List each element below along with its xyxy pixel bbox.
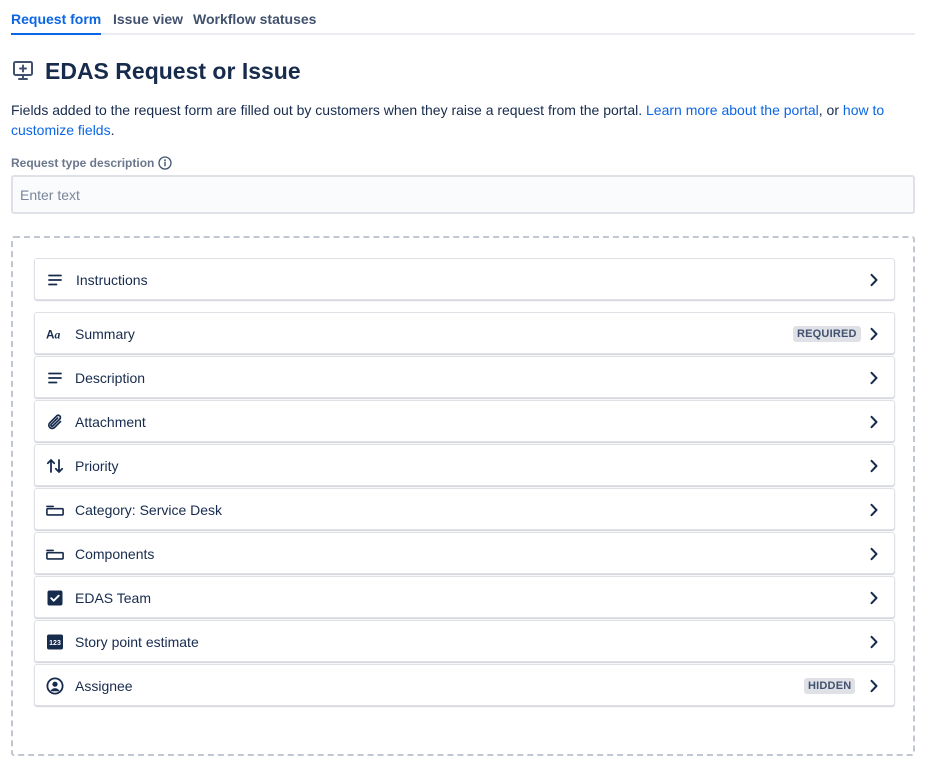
- field-row-components[interactable]: Components: [34, 532, 895, 574]
- chevron-right-icon: [866, 589, 882, 607]
- chevron-right-icon: [866, 457, 882, 475]
- priority-arrows-icon: [46, 457, 64, 475]
- field-row-label: Category: Service Desk: [75, 502, 223, 518]
- field-row-label: Attachment: [75, 414, 146, 430]
- intro-text-after: .: [110, 122, 115, 138]
- field-row-priority[interactable]: Priority: [34, 444, 895, 486]
- chevron-right-icon: [866, 677, 882, 695]
- field-row-description[interactable]: Description: [34, 356, 895, 398]
- monitor-plus-icon: [12, 60, 34, 82]
- hidden-badge: HIDDEN: [804, 678, 856, 694]
- svg-text:a: a: [55, 329, 61, 342]
- chevron-right-icon: [866, 413, 882, 431]
- field-row-summary[interactable]: Aa Summary REQUIRED: [34, 312, 895, 354]
- field-row-label: Assignee: [75, 678, 133, 694]
- chevron-right-icon: [866, 545, 882, 563]
- intro-text-before: Fields added to the request form are fil…: [11, 102, 646, 118]
- select-box-icon: [46, 545, 64, 563]
- field-row-instructions[interactable]: Instructions: [34, 258, 895, 300]
- text-field-icon: Aa: [46, 325, 64, 343]
- field-row-story-point-estimate[interactable]: 123 Story point estimate: [34, 620, 895, 662]
- field-row-attachment[interactable]: Attachment: [34, 400, 895, 442]
- tab-issue-view[interactable]: Issue view: [113, 11, 183, 27]
- checkbox-icon: [46, 589, 64, 607]
- field-row-label: Components: [75, 546, 155, 562]
- description-label-text: Request type description: [11, 156, 155, 170]
- page-title: EDAS Request or Issue: [45, 57, 301, 84]
- form-fields-dropzone: Instructions Aa Summary REQUIRED Descrip…: [11, 236, 915, 756]
- chevron-right-icon: [866, 501, 882, 519]
- intro-text-middle: , or: [818, 102, 843, 118]
- field-row-category[interactable]: Category: Service Desk: [34, 488, 895, 530]
- number-icon: 123: [46, 633, 64, 651]
- learn-more-portal-link[interactable]: Learn more about the portal: [646, 102, 819, 118]
- field-row-label: Story point estimate: [75, 634, 199, 650]
- svg-text:A: A: [46, 329, 55, 342]
- intro-text: Fields added to the request form are fil…: [11, 100, 911, 140]
- field-row-edas-team[interactable]: EDAS Team: [34, 576, 895, 618]
- description-field-label: Request type description: [11, 155, 173, 171]
- chevron-right-icon: [866, 369, 882, 387]
- chevron-right-icon: [866, 325, 882, 343]
- tab-bar: Request form Issue view Workflow statuse…: [11, 0, 915, 35]
- svg-text:123: 123: [49, 640, 61, 647]
- info-icon[interactable]: [158, 156, 173, 170]
- field-row-label: EDAS Team: [75, 590, 151, 606]
- field-row-assignee[interactable]: Assignee HIDDEN: [34, 664, 895, 706]
- chevron-right-icon: [866, 271, 882, 289]
- request-type-description-input[interactable]: [11, 175, 915, 214]
- paperclip-icon: [46, 413, 64, 431]
- text-lines-icon: [46, 369, 64, 387]
- page-header: EDAS Request or Issue: [12, 56, 301, 86]
- select-box-icon: [46, 501, 64, 519]
- tab-workflow-statuses[interactable]: Workflow statuses: [193, 11, 316, 27]
- field-row-label: Instructions: [76, 272, 148, 288]
- user-avatar-icon: [46, 677, 64, 695]
- field-row-label: Summary: [75, 326, 135, 342]
- required-badge: REQUIRED: [793, 326, 861, 342]
- field-row-label: Priority: [75, 458, 119, 474]
- chevron-right-icon: [866, 633, 882, 651]
- text-lines-icon: [46, 271, 64, 289]
- tab-request-form[interactable]: Request form: [11, 11, 102, 35]
- field-row-label: Description: [75, 370, 146, 386]
